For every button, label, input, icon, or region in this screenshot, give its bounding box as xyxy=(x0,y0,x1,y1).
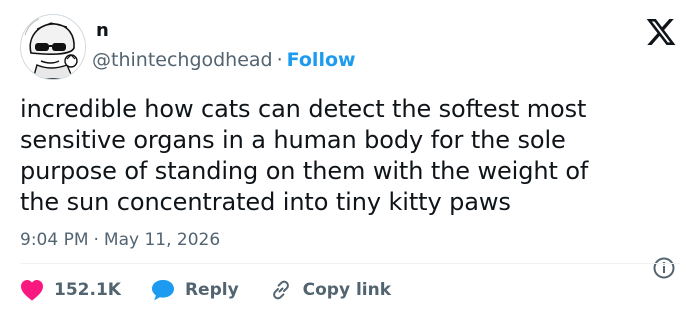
handle-row: @thintechgodhead · Follow xyxy=(92,48,356,72)
separator-dot: · xyxy=(93,230,99,250)
info-icon[interactable] xyxy=(652,256,676,280)
tweet-text: incredible how cats can detect the softe… xyxy=(20,95,589,216)
user-handle[interactable]: @thintechgodhead xyxy=(92,49,273,71)
reply-label: Reply xyxy=(184,280,239,300)
copy-link-label: Copy link xyxy=(302,280,392,300)
link-icon xyxy=(272,280,289,300)
action-bar: 152.1K Reply Copy link xyxy=(20,276,421,304)
copy-link-button[interactable]: Copy link xyxy=(269,278,391,302)
avatar[interactable] xyxy=(20,14,86,80)
tweet-date: May 11, 2026 xyxy=(103,230,221,250)
tweet-time: 9:04 PM xyxy=(20,230,89,250)
cartoon-avatar-image xyxy=(21,15,85,79)
heart-icon xyxy=(21,280,43,301)
divider xyxy=(20,263,680,264)
separator-dot: · xyxy=(276,49,283,71)
embedded-tweet-card: n @thintechgodhead · Follow incredible how… xyxy=(0,0,700,318)
x-logo-icon[interactable] xyxy=(644,16,678,48)
reply-bubble-icon xyxy=(151,280,174,301)
like-count: 152.1K xyxy=(54,280,121,300)
follow-button[interactable]: Follow xyxy=(287,49,356,71)
reply-button[interactable]: Reply xyxy=(151,279,239,301)
display-name[interactable]: n xyxy=(96,20,109,42)
like-button[interactable]: 152.1K xyxy=(20,279,121,301)
tweet-timestamp[interactable]: 9:04 PM · May 11, 2026 xyxy=(20,229,220,251)
